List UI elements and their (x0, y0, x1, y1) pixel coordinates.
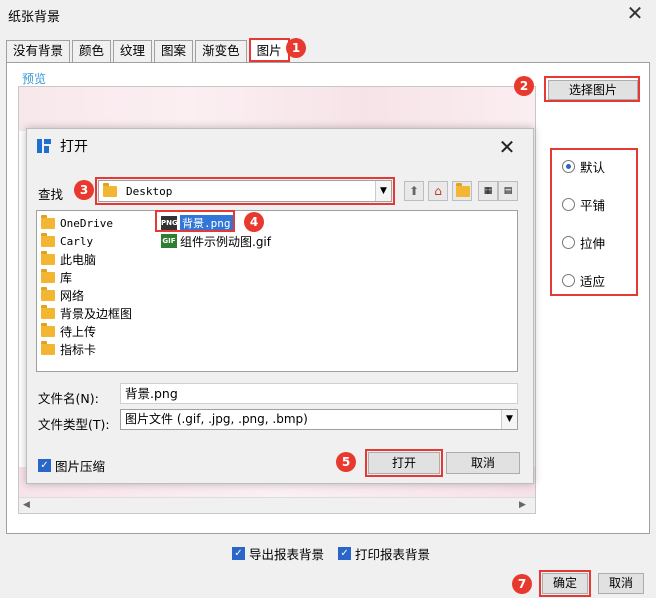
tab-bar: 没有背景 颜色 纹理 图案 渐变色 图片 (6, 38, 292, 62)
gif-file-icon: GIF (161, 234, 177, 248)
checkbox-checked-icon[interactable]: ✓ (232, 547, 245, 560)
compress-checkbox[interactable]: ✓ 图片压缩 (38, 456, 105, 475)
up-folder-icon[interactable]: ⬆ (404, 181, 424, 201)
radio-fit[interactable]: 适应 (562, 272, 606, 289)
filetype-label: 文件类型(T): (38, 417, 110, 432)
list-item-onedrive[interactable]: OneDrive (41, 214, 132, 232)
compress-label: 图片压缩 (55, 459, 106, 474)
folder-icon (41, 268, 55, 283)
tab-color[interactable]: 颜色 (72, 40, 112, 62)
folder-icon (41, 214, 55, 229)
scroll-left-icon[interactable]: ◀ (23, 500, 30, 510)
folder-name: OneDrive (60, 216, 113, 230)
tab-texture[interactable]: 纹理 (113, 40, 153, 62)
dialog-cancel-button[interactable]: 取消 (446, 452, 520, 474)
home-icon[interactable]: ⌂ (428, 181, 448, 201)
folder-name: 指标卡 (60, 342, 97, 357)
folder-icon (41, 250, 55, 265)
preview-horizontal-scrollbar[interactable]: ◀ ▶ (19, 497, 535, 513)
folder-name: Carly (60, 234, 94, 248)
tab-image[interactable]: 图片 (248, 38, 290, 62)
dialog-close-icon[interactable]: ✕ (496, 136, 518, 158)
folder-column: OneDrive Carly 此电脑 库 网络 背景及边框图 待上传 指标卡 (41, 214, 132, 358)
folder-name: 此电脑 (60, 252, 97, 267)
select-image-button[interactable]: 选择图片 (548, 80, 638, 100)
print-bg-label[interactable]: 打印报表背景 (355, 544, 430, 563)
filename-input[interactable]: 背景.png (120, 383, 518, 404)
folder-name: 背景及边框图 (60, 306, 133, 321)
step-badge-2: 2 (514, 76, 534, 96)
list-item-bg-border[interactable]: 背景及边框图 (41, 304, 132, 322)
filetype-select[interactable]: 图片文件 (.gif, .jpg, .png, .bmp) ▼ (120, 409, 518, 430)
folder-icon (41, 322, 55, 337)
scroll-right-icon[interactable]: ▶ (519, 500, 526, 510)
list-item-carly[interactable]: Carly (41, 232, 132, 250)
tab-no-background[interactable]: 没有背景 (6, 40, 71, 62)
radio-label: 适应 (580, 273, 606, 289)
export-bg-label[interactable]: 导出报表背景 (249, 544, 324, 563)
folder-name: 待上传 (60, 324, 97, 339)
step-badge-5: 5 (336, 452, 356, 472)
file-name: 组件示例动图.gif (180, 234, 271, 249)
window-title: 纸张背景 (8, 10, 61, 25)
list-item-pending-upload[interactable]: 待上传 (41, 322, 132, 340)
close-icon[interactable]: ✕ (624, 2, 646, 24)
radio-dot[interactable] (562, 273, 575, 287)
radio-label: 平铺 (580, 197, 606, 213)
folder-icon (103, 182, 117, 197)
chevron-down-icon[interactable]: ▼ (501, 410, 517, 429)
look-in-combo[interactable]: Desktop ▼ (98, 180, 392, 202)
step-badge-1: 1 (286, 38, 306, 58)
folder-icon (41, 340, 55, 355)
radio-label: 拉伸 (580, 235, 606, 251)
cancel-button[interactable]: 取消 (598, 573, 644, 594)
radio-dot[interactable] (562, 235, 575, 249)
checkbox-checked-icon[interactable]: ✓ (338, 547, 352, 560)
step-badge-7: 7 (512, 574, 532, 594)
file-list[interactable]: OneDrive Carly 此电脑 库 网络 背景及边框图 待上传 指标卡 P… (36, 210, 518, 372)
step-badge-4: 4 (244, 212, 264, 232)
list-item-network[interactable]: 网络 (41, 286, 132, 304)
radio-stretch[interactable]: 拉伸 (562, 234, 606, 251)
radio-dot[interactable] (562, 197, 575, 211)
chevron-down-icon[interactable]: ▼ (375, 181, 391, 201)
folder-icon (41, 286, 55, 301)
folder-icon (41, 232, 55, 247)
look-in-value: Desktop (126, 184, 173, 198)
dialog-title-bar: 打开 (36, 136, 88, 156)
radio-default[interactable]: 默认 (562, 158, 606, 175)
preview-image-top (19, 87, 535, 131)
radio-label: 默认 (580, 159, 606, 175)
ok-button[interactable]: 确定 (542, 573, 588, 594)
folder-icon (456, 183, 470, 197)
tab-pattern[interactable]: 图案 (154, 40, 194, 62)
look-in-label: 查找 (38, 187, 64, 202)
new-folder-icon[interactable] (452, 181, 472, 201)
details-view-icon[interactable]: ▤ (498, 181, 518, 201)
list-item-kpi-card[interactable]: 指标卡 (41, 340, 132, 358)
preview-label: 预览 (22, 72, 47, 86)
folder-icon (41, 304, 55, 319)
list-item-this-pc[interactable]: 此电脑 (41, 250, 132, 268)
app-logo-icon (37, 139, 51, 153)
list-view-icon[interactable]: ▦ (478, 181, 498, 201)
bottom-options: ✓ 导出报表背景 ✓ 打印报表背景 (232, 544, 430, 563)
step-badge-3: 3 (74, 180, 94, 200)
folder-name: 网络 (60, 288, 85, 303)
list-item-library[interactable]: 库 (41, 268, 132, 286)
radio-tile[interactable]: 平铺 (562, 196, 606, 213)
filetype-value: 图片文件 (.gif, .jpg, .png, .bmp) (125, 412, 308, 426)
filename-label: 文件名(N): (38, 391, 99, 406)
radio-dot-selected[interactable] (562, 159, 575, 173)
folder-name: 库 (60, 270, 73, 285)
layout-radio-group: 默认 平铺 拉伸 适应 (550, 148, 638, 296)
list-item-gif[interactable]: GIF 组件示例动图.gif (159, 232, 273, 250)
open-button[interactable]: 打开 (368, 452, 440, 474)
tab-gradient[interactable]: 渐变色 (195, 40, 247, 62)
dialog-title: 打开 (60, 139, 88, 155)
checkbox-checked-icon[interactable]: ✓ (38, 459, 51, 472)
selected-file-highlight (155, 210, 235, 232)
